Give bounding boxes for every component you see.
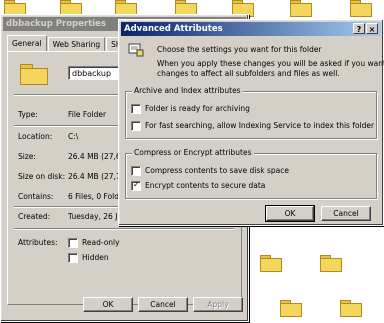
- advanced-attributes-dialog: Advanced Attributes ? × Choose the setti…: [118, 19, 384, 226]
- desktop-folder-icon[interactable]: [320, 255, 342, 272]
- intro-text-line1: Choose the settings you want for this fo…: [157, 45, 322, 54]
- desktop-folder-icon[interactable]: [290, 0, 312, 17]
- properties-title: dbbackup Properties: [6, 19, 106, 29]
- index-label: For fast searching, allow Indexing Servi…: [145, 121, 375, 130]
- advanced-title-bar[interactable]: Advanced Attributes: [121, 22, 381, 36]
- readonly-label: Read-only: [82, 238, 120, 247]
- size-on-disk-label: Size on disk:: [18, 172, 66, 181]
- compress-checkbox[interactable]: [131, 166, 141, 176]
- encrypt-checkbox[interactable]: ✓: [131, 180, 141, 191]
- archive-label: Folder is ready for archiving: [145, 104, 250, 113]
- attributes-icon: [128, 43, 144, 57]
- type-value: File Folder: [68, 110, 107, 119]
- readonly-checkbox[interactable]: [68, 238, 78, 248]
- location-value: C:\: [68, 132, 79, 141]
- desktop-folder-icon[interactable]: [260, 255, 282, 272]
- advanced-title: Advanced Attributes: [124, 24, 223, 34]
- compress-label: Compress contents to save disk space: [145, 166, 289, 175]
- divider: [14, 228, 234, 230]
- tab-general[interactable]: General: [7, 35, 47, 51]
- hidden-label: Hidden: [82, 253, 109, 262]
- desktop-folder-icon[interactable]: [280, 300, 302, 317]
- close-icon[interactable]: ×: [366, 23, 378, 34]
- size-label: Size:: [18, 152, 36, 161]
- size-value: 26.4 MB (27,68: [68, 152, 126, 161]
- folder-icon: [20, 64, 48, 85]
- advanced-ok-button[interactable]: OK: [265, 205, 315, 222]
- archive-checkbox[interactable]: [131, 104, 141, 114]
- properties-apply-button[interactable]: Apply: [193, 297, 243, 312]
- encrypt-label: Encrypt contents to secure data: [145, 181, 266, 190]
- created-value: Tuesday, 26 Ju: [68, 212, 123, 221]
- hidden-checkbox[interactable]: [68, 253, 78, 263]
- location-label: Location:: [18, 132, 53, 141]
- checkmark-icon: ✓: [133, 180, 140, 189]
- properties-ok-button[interactable]: OK: [83, 297, 133, 312]
- attributes-label: Attributes:: [18, 238, 58, 247]
- created-label: Created:: [18, 212, 51, 221]
- tab-web-sharing[interactable]: Web Sharing: [47, 37, 106, 51]
- intro-text-line2: When you apply these changes you will be…: [157, 59, 384, 68]
- properties-cancel-button[interactable]: Cancel: [138, 297, 188, 312]
- advanced-cancel-button[interactable]: Cancel: [321, 206, 371, 221]
- compress-group-title: Compress or Encrypt attributes: [132, 148, 254, 157]
- desktop-folder-icon[interactable]: [340, 300, 362, 317]
- size-on-disk-value: 26.4 MB (27,70: [68, 172, 126, 181]
- archive-group-title: Archive and Index attributes: [132, 86, 243, 95]
- index-checkbox[interactable]: [131, 121, 141, 131]
- type-label: Type:: [18, 110, 38, 119]
- help-icon[interactable]: ?: [353, 23, 365, 34]
- contains-label: Contains:: [18, 192, 54, 201]
- desktop-folder-icon[interactable]: [350, 0, 372, 17]
- archive-index-group: Archive and Index attributes Folder is r…: [125, 86, 377, 139]
- compress-encrypt-group: Compress or Encrypt attributes Compress …: [125, 148, 377, 199]
- intro-text-line3: changes to affect all subfolders and fil…: [157, 69, 340, 78]
